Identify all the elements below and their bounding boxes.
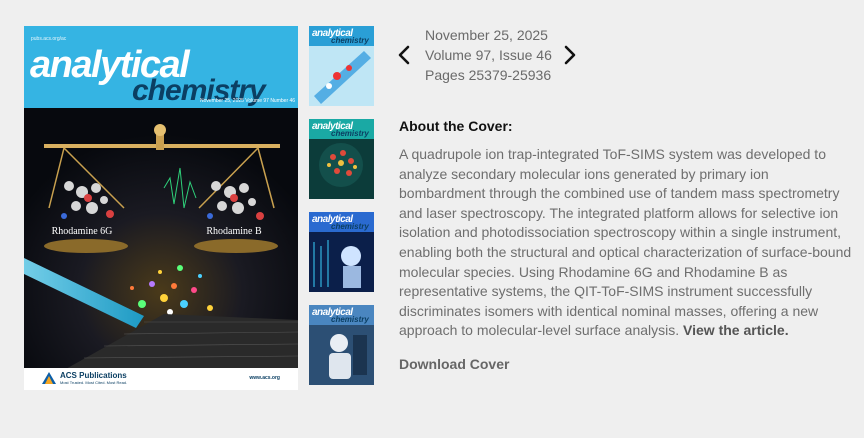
issue-pages: Pages 25379-25936 xyxy=(425,67,552,83)
thumbnail-subtitle-4: chemistry xyxy=(331,315,369,324)
thumbnail-subtitle-1: chemistry xyxy=(331,36,369,45)
cover-issue-text: November 25, 2025 Volume 97 Number 46 xyxy=(200,98,296,104)
cover-label-rhodamine-6g: Rhodamine 6G xyxy=(52,226,113,237)
cover-thumbnail-4[interactable]: analytical chemistry xyxy=(309,305,374,385)
about-cover-description: A quadrupole ion trap-integrated ToF-SIM… xyxy=(399,145,854,341)
cover-thumbnail-2[interactable]: analytical chemistry xyxy=(309,119,374,199)
previous-issue-chevron-left-icon[interactable] xyxy=(396,44,412,66)
cover-image: pubs.acs.org/ac analytical chemistry Nov… xyxy=(24,26,298,390)
issue-date: November 25, 2025 xyxy=(425,27,548,43)
acs-publications-text: ACS Publications xyxy=(60,371,127,380)
thumbnail-subtitle-2: chemistry xyxy=(331,129,369,138)
about-cover-body: A quadrupole ion trap-integrated ToF-SIM… xyxy=(399,146,852,339)
cover-artwork: Rhodamine 6G Rhodamine B xyxy=(24,108,298,370)
cover-thumbnail-3[interactable]: analytical chemistry xyxy=(309,212,374,292)
cover-label-rhodamine-b: Rhodamine B xyxy=(206,226,262,237)
cover-thumbnail-1[interactable]: analytical chemistry xyxy=(309,26,374,106)
acs-logo-icon xyxy=(42,372,56,384)
next-issue-chevron-right-icon[interactable] xyxy=(562,44,578,66)
download-cover-button[interactable]: Download Cover xyxy=(399,356,509,372)
cover-url-text: pubs.acs.org/ac xyxy=(31,36,67,42)
thumbnail-subtitle-3: chemistry xyxy=(331,222,369,231)
about-cover-heading: About the Cover: xyxy=(399,118,513,134)
issue-volume: Volume 97, Issue 46 xyxy=(425,47,552,63)
cover-footer: ACS Publications Most Trusted. Most Cite… xyxy=(24,368,298,390)
acs-site-url: www.acs.org xyxy=(249,375,280,381)
view-article-link[interactable]: View the article. xyxy=(683,322,789,338)
acs-tagline: Most Trusted. Most Cited. Most Read. xyxy=(60,380,128,385)
